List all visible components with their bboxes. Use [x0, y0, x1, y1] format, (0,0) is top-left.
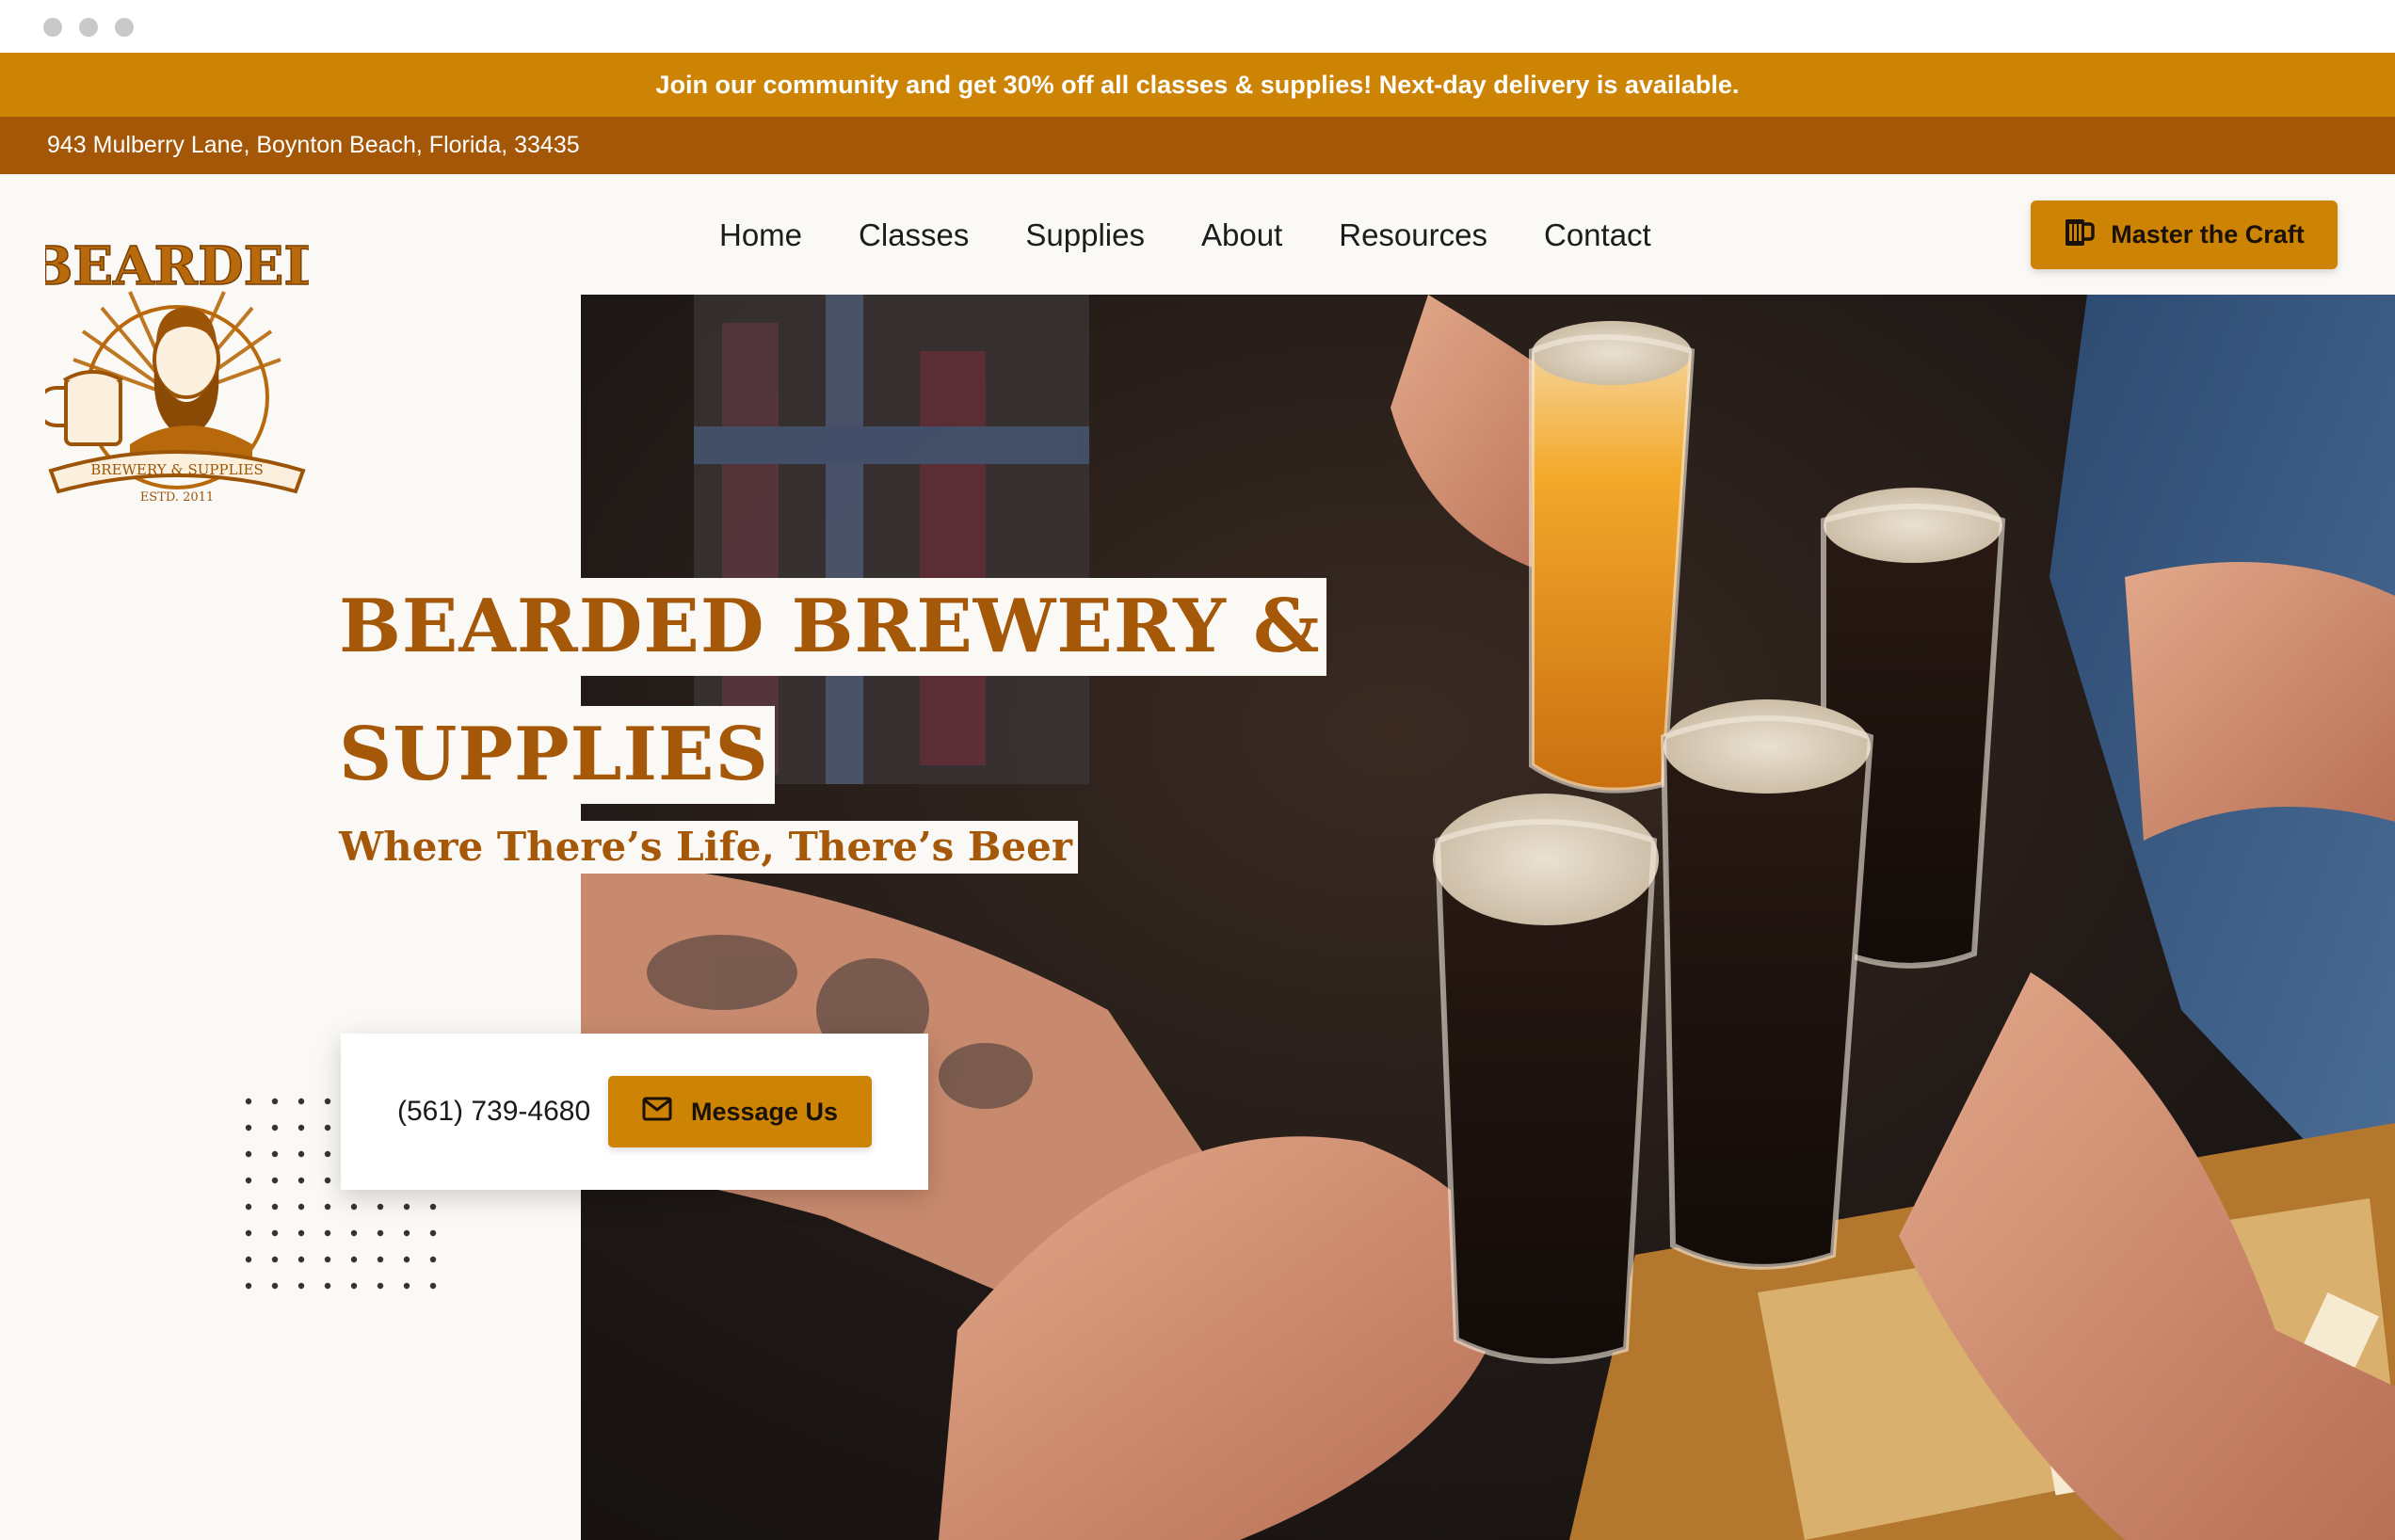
logo-wordmark: BEARDED	[45, 235, 309, 297]
window-minimize-dot[interactable]	[79, 18, 98, 37]
window-maximize-dot[interactable]	[115, 18, 134, 37]
hero-tagline: Where There’s Life, There’s Beer	[339, 821, 1078, 874]
decorative-dot	[324, 1150, 331, 1158]
decorative-dot	[403, 1256, 410, 1263]
logo-ribbon-text: BREWERY & SUPPLIES	[90, 461, 263, 478]
decorative-dot	[297, 1256, 305, 1263]
decorative-dot	[245, 1256, 252, 1263]
decorative-dot	[245, 1150, 252, 1158]
decorative-dot	[403, 1282, 410, 1290]
contact-card: (561) 739-4680 Message Us	[341, 1034, 928, 1190]
phone-number[interactable]: (561) 739-4680	[397, 1034, 590, 1190]
nav-resources[interactable]: Resources	[1339, 213, 1487, 258]
decorative-dot	[297, 1124, 305, 1131]
decorative-dot	[324, 1177, 331, 1184]
decorative-dot	[245, 1098, 252, 1105]
logo-graphic: BEARDED BREWERY & SUPPLIES ESTD. 2011	[27, 234, 330, 505]
decorative-dot	[324, 1098, 331, 1105]
hero-title-line1: BEARDED BREWERY &	[339, 578, 1326, 676]
decorative-dot	[429, 1229, 437, 1237]
decorative-dot	[297, 1098, 305, 1105]
decorative-dot	[377, 1229, 384, 1237]
envelope-icon	[642, 1097, 672, 1128]
decorative-dot	[324, 1124, 331, 1131]
decorative-dot	[429, 1203, 437, 1211]
decorative-dot	[245, 1203, 252, 1211]
decorative-dot	[350, 1203, 358, 1211]
decorative-dot	[245, 1229, 252, 1237]
master-the-craft-label: Master the Craft	[2111, 220, 2305, 249]
decorative-dot	[271, 1098, 279, 1105]
decorative-dot	[271, 1124, 279, 1131]
promo-banner: Join our community and get 30% off all c…	[0, 53, 2395, 117]
promo-text: Join our community and get 30% off all c…	[655, 70, 1740, 99]
decorative-dot	[350, 1282, 358, 1290]
address-bar: 943 Mulberry Lane, Boynton Beach, Florid…	[0, 117, 2395, 174]
decorative-dot	[429, 1256, 437, 1263]
nav-supplies[interactable]: Supplies	[1025, 213, 1145, 258]
decorative-dot	[245, 1124, 252, 1131]
decorative-dot	[297, 1229, 305, 1237]
decorative-dot	[403, 1203, 410, 1211]
decorative-dot	[271, 1256, 279, 1263]
decorative-dot	[350, 1229, 358, 1237]
nav-home[interactable]: Home	[719, 213, 802, 258]
decorative-dot	[297, 1177, 305, 1184]
decorative-dot	[324, 1282, 331, 1290]
decorative-dot	[245, 1177, 252, 1184]
decorative-dot	[403, 1229, 410, 1237]
decorative-dot	[377, 1282, 384, 1290]
decorative-dot	[350, 1256, 358, 1263]
decorative-dot	[324, 1229, 331, 1237]
beer-mug-icon	[2064, 216, 2096, 254]
decorative-dot	[297, 1150, 305, 1158]
decorative-dot	[324, 1256, 331, 1263]
browser-chrome	[0, 0, 2395, 53]
decorative-dot	[271, 1203, 279, 1211]
decorative-dot	[271, 1150, 279, 1158]
decorative-dot	[271, 1229, 279, 1237]
decorative-dot	[271, 1177, 279, 1184]
master-the-craft-button[interactable]: Master the Craft	[2031, 201, 2338, 269]
message-us-label: Message Us	[690, 1097, 839, 1126]
logo-established: ESTD. 2011	[140, 490, 214, 505]
decorative-dot	[324, 1203, 331, 1211]
nav-classes[interactable]: Classes	[859, 213, 969, 258]
decorative-dot	[429, 1282, 437, 1290]
decorative-dot	[377, 1203, 384, 1211]
decorative-dot	[377, 1256, 384, 1263]
bearded-logo[interactable]: BEARDED BREWERY & SUPPLIES ESTD. 2011	[27, 218, 330, 510]
address-text: 943 Mulberry Lane, Boynton Beach, Florid…	[47, 132, 580, 158]
decorative-dot	[271, 1282, 279, 1290]
nav-contact[interactable]: Contact	[1544, 213, 1651, 258]
decorative-dot	[297, 1282, 305, 1290]
main-nav: Home Classes Supplies About Resources Co…	[719, 213, 1708, 258]
window-close-dot[interactable]	[43, 18, 62, 37]
hero-image	[581, 295, 2395, 1540]
hero-title-line2: SUPPLIES	[339, 706, 775, 804]
decorative-dot	[297, 1203, 305, 1211]
decorative-dot	[245, 1282, 252, 1290]
beer-toast-photo	[581, 295, 2395, 1540]
message-us-button[interactable]: Message Us	[608, 1076, 872, 1147]
nav-about[interactable]: About	[1201, 213, 1282, 258]
